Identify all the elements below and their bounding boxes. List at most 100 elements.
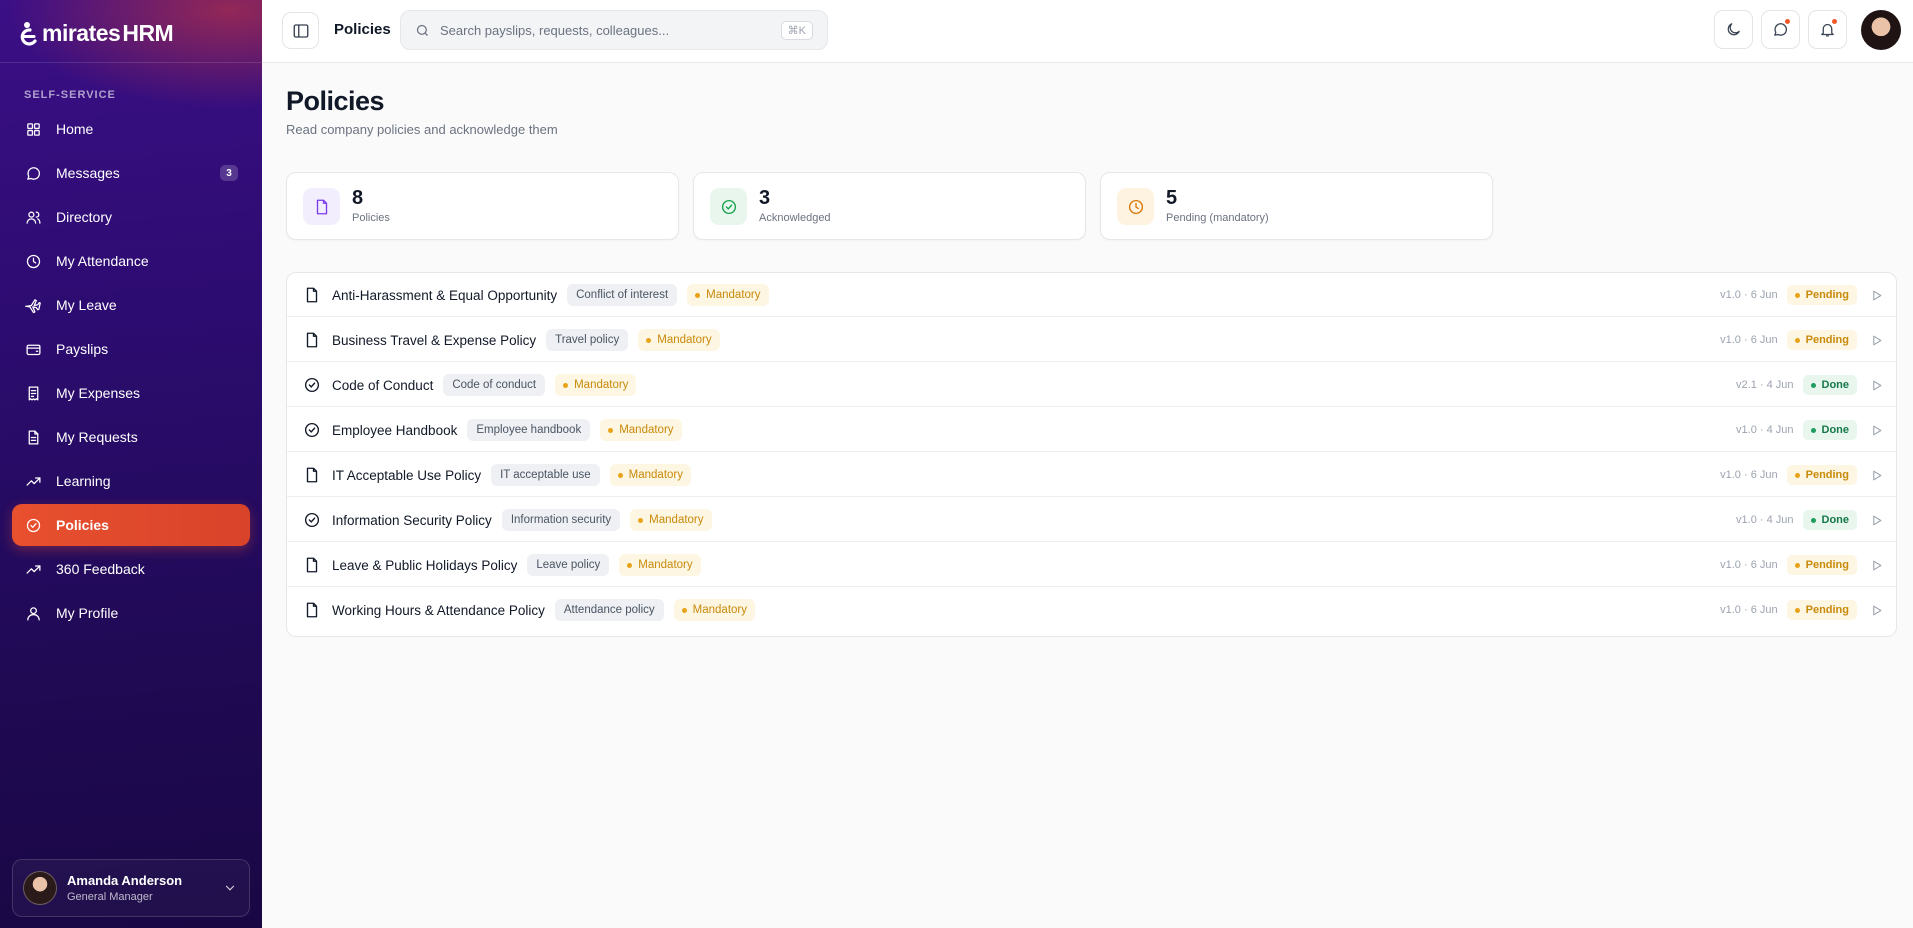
sidebar-item-label: Messages — [56, 165, 120, 181]
play-icon[interactable] — [1866, 375, 1886, 395]
policy-title[interactable]: Employee Handbook — [332, 423, 457, 438]
search-bar[interactable]: ⌘K — [400, 10, 828, 50]
stat-value: 8 — [352, 187, 364, 209]
mandatory-chip: Mandatory — [600, 419, 682, 441]
sidebar-nav: Home Messages 3 Directory My Attendance My Le… — [12, 108, 250, 636]
status-label: Pending — [1805, 559, 1849, 571]
status-badge: Pending — [1786, 330, 1857, 350]
policy-title[interactable]: Leave & Public Holidays Policy — [332, 558, 517, 573]
policy-list: Anti-Harassment & Equal Opportunity Confl… — [286, 272, 1897, 637]
status-badge: Done — [1802, 510, 1857, 530]
sidebar-item-learning[interactable]: Learning — [12, 460, 250, 502]
receipt-icon — [24, 384, 42, 402]
notifications-button[interactable] — [1808, 10, 1847, 49]
document-icon — [303, 188, 340, 225]
status-badge: Pending — [1786, 600, 1857, 620]
policy-title[interactable]: Anti-Harassment & Equal Opportunity — [332, 288, 557, 303]
brand-logo[interactable]: mirates HRM — [20, 18, 174, 48]
mandatory-label: Mandatory — [619, 424, 674, 436]
status-label: Done — [1821, 379, 1850, 391]
policy-row[interactable]: Code of Conduct Code of conduct Mandatory v… — [287, 363, 1896, 407]
policy-title[interactable]: Working Hours & Attendance Policy — [332, 603, 545, 618]
policy-title[interactable]: IT Acceptable Use Policy — [332, 468, 481, 483]
avatar[interactable] — [1861, 10, 1901, 50]
sidebar-item-messages[interactable]: Messages 3 — [12, 152, 250, 194]
policy-title[interactable]: Information Security Policy — [332, 513, 492, 528]
dot-icon — [638, 517, 644, 523]
check-circle-icon — [303, 421, 321, 439]
trend-icon — [24, 560, 42, 578]
page-title: Policies — [286, 86, 385, 116]
sidebar-item-payslips[interactable]: Payslips — [12, 328, 250, 370]
document-icon — [303, 286, 321, 304]
policy-title[interactable]: Business Travel & Expense Policy — [332, 333, 536, 348]
stat-card-pending: 5 Pending (mandatory) — [1100, 172, 1493, 240]
play-icon[interactable] — [1866, 465, 1886, 485]
play-icon[interactable] — [1866, 420, 1886, 440]
sidebar-toggle-button[interactable] — [282, 12, 319, 49]
sidebar-item-360-feedback[interactable]: 360 Feedback — [12, 548, 250, 590]
document-icon — [303, 556, 321, 574]
stat-label: Pending (mandatory) — [1166, 212, 1269, 224]
status-label: Done — [1821, 424, 1850, 436]
theme-toggle-button[interactable] — [1714, 10, 1753, 49]
sidebar-item-my-expenses[interactable]: My Expenses — [12, 372, 250, 414]
topbar-title: Policies — [334, 21, 391, 38]
policy-row[interactable]: Anti-Harassment & Equal Opportunity Confl… — [287, 273, 1896, 317]
mandatory-chip: Mandatory — [555, 374, 637, 396]
play-icon[interactable] — [1866, 510, 1886, 530]
dot-icon — [563, 382, 569, 388]
moon-icon — [1727, 23, 1740, 36]
status-label: Pending — [1805, 604, 1849, 616]
check-circle-icon — [710, 188, 747, 225]
policy-version: v2.1 · 4 Jun — [1736, 379, 1794, 391]
sidebar-item-label: 360 Feedback — [56, 561, 145, 577]
dot-icon — [1810, 517, 1816, 523]
play-icon[interactable] — [1866, 330, 1886, 350]
sidebar-item-my-requests[interactable]: My Requests — [12, 416, 250, 458]
policy-version: v1.0 · 6 Jun — [1720, 289, 1778, 301]
user-card[interactable]: Amanda Anderson General Manager — [12, 859, 250, 917]
message-icon — [24, 164, 42, 182]
sidebar-item-directory[interactable]: Directory — [12, 196, 250, 238]
status-label: Done — [1821, 514, 1850, 526]
sidebar-item-my-profile[interactable]: My Profile — [12, 592, 250, 634]
play-icon[interactable] — [1866, 600, 1886, 620]
status-badge: Done — [1802, 375, 1857, 395]
dot-icon — [1810, 427, 1816, 433]
mandatory-chip: Mandatory — [609, 464, 691, 486]
sidebar-item-label: Learning — [56, 473, 111, 489]
sidebar-item-label: My Requests — [56, 429, 138, 445]
sidebar-item-my-leave[interactable]: My Leave — [12, 284, 250, 326]
policy-row[interactable]: Working Hours & Attendance Policy Attenda… — [287, 588, 1896, 632]
policy-title[interactable]: Code of Conduct — [332, 378, 433, 393]
policy-row[interactable]: Information Security Policy Information s… — [287, 498, 1896, 542]
sidebar-item-policies[interactable]: Policies — [12, 504, 250, 546]
policy-row[interactable]: Leave & Public Holidays Policy Leave poli… — [287, 543, 1896, 587]
sidebar-item-my-attendance[interactable]: My Attendance — [12, 240, 250, 282]
play-icon[interactable] — [1866, 555, 1886, 575]
search-input[interactable] — [440, 22, 760, 38]
dot-icon — [1810, 382, 1816, 388]
policy-version: v1.0 · 4 Jun — [1736, 424, 1794, 436]
category-chip: Conflict of interest — [567, 284, 678, 306]
category-chip: Employee handbook — [467, 419, 591, 441]
stat-label: Acknowledged — [759, 212, 831, 224]
policy-row[interactable]: Employee Handbook Employee handbook Mandat… — [287, 408, 1896, 452]
policy-row[interactable]: IT Acceptable Use Policy IT acceptable us… — [287, 453, 1896, 497]
mandatory-label: Mandatory — [692, 604, 747, 616]
sidebar-item-home[interactable]: Home — [12, 108, 250, 150]
sidebar-item-label: Policies — [56, 517, 109, 533]
stat-card-policies: 8 Policies — [286, 172, 679, 240]
play-icon[interactable] — [1866, 285, 1886, 305]
user-icon — [24, 604, 42, 622]
policy-version: v1.0 · 6 Jun — [1720, 334, 1778, 346]
status-label: Pending — [1805, 334, 1849, 346]
stat-card-acknowledged: 3 Acknowledged — [693, 172, 1086, 240]
sidebar-item-label: Home — [56, 121, 94, 137]
messages-button[interactable] — [1761, 10, 1800, 49]
dot-icon — [627, 562, 633, 568]
check-circle-icon — [303, 376, 321, 394]
policy-row[interactable]: Business Travel & Expense Policy Travel p… — [287, 318, 1896, 362]
stat-label: Policies — [352, 212, 390, 224]
